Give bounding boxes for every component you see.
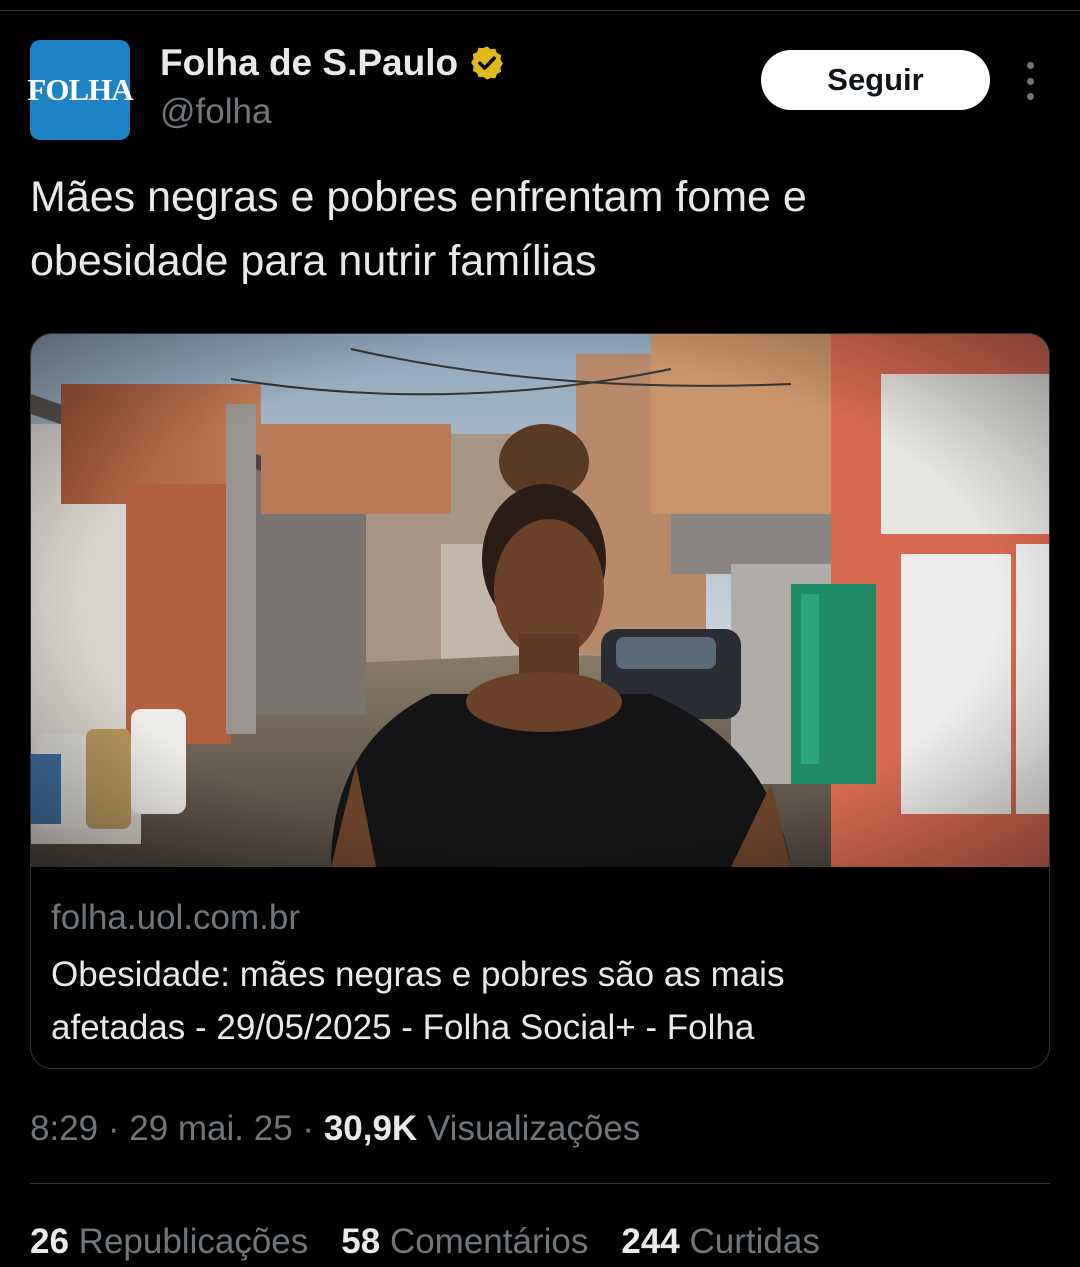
card-domain: folha.uol.com.br: [51, 898, 301, 937]
likes-stat[interactable]: 244 Curtidas: [621, 1217, 819, 1267]
likes-label: Curtidas: [689, 1222, 820, 1261]
tweet-time[interactable]: 8:29: [30, 1109, 98, 1148]
likes-count: 244: [621, 1222, 680, 1261]
comments-stat[interactable]: 58 Comentários: [341, 1217, 588, 1267]
top-divider: [0, 10, 1080, 11]
more-dot: [1026, 93, 1034, 100]
more-options-icon[interactable]: [1018, 62, 1042, 100]
card-title-line: Obesidade: mães negras e pobres são as m…: [51, 955, 785, 994]
author-handle[interactable]: @folha: [160, 90, 271, 134]
tweet-meta: 8:29 · 29 mai. 25 · 30,9K Visualizações: [30, 1104, 640, 1154]
tweet-text-line: obesidade para nutrir famílias: [30, 237, 597, 285]
meta-separator: ·: [302, 1109, 315, 1148]
engagement-stats: 26 Republicações 58 Comentários 244 Curt…: [30, 1217, 853, 1267]
article-photo[interactable]: [31, 334, 1049, 867]
reposts-count: 26: [30, 1222, 69, 1261]
comments-count: 58: [341, 1222, 381, 1261]
tweet-date[interactable]: 29 mai. 25: [129, 1109, 292, 1148]
card-title-line: afetadas - 29/05/2025 - Folha Social+ - …: [51, 1008, 755, 1047]
verified-badge-icon: [471, 46, 504, 80]
avatar-logo-text: FOLHA: [27, 72, 133, 107]
follow-button[interactable]: Seguir: [761, 50, 990, 110]
reposts-label: Republicações: [78, 1222, 309, 1261]
meta-separator: ·: [107, 1109, 120, 1148]
more-dot: [1026, 77, 1034, 85]
comments-label: Comentários: [389, 1222, 589, 1261]
author-display-name[interactable]: Folha de S.Paulo: [160, 40, 506, 86]
stats-divider: [30, 1183, 1050, 1184]
card-title: Obesidade: mães negras e pobres são as m…: [51, 948, 1021, 1054]
reposts-stat[interactable]: 26 Republicações: [30, 1217, 308, 1267]
tweet-text-line: Mães negras e pobres enfrentam fome e: [30, 173, 807, 221]
display-name-text: Folha de S.Paulo: [160, 42, 459, 83]
avatar[interactable]: FOLHA: [27, 40, 134, 140]
link-preview-card[interactable]: folha.uol.com.br Obesidade: mães negras …: [30, 333, 1050, 1069]
views-label: Visualizações: [426, 1109, 641, 1148]
tweet-text: Mães negras e pobres enfrentam fome e ob…: [30, 165, 1030, 293]
more-dot: [1026, 62, 1034, 69]
views-count: 30,9K: [323, 1109, 418, 1148]
